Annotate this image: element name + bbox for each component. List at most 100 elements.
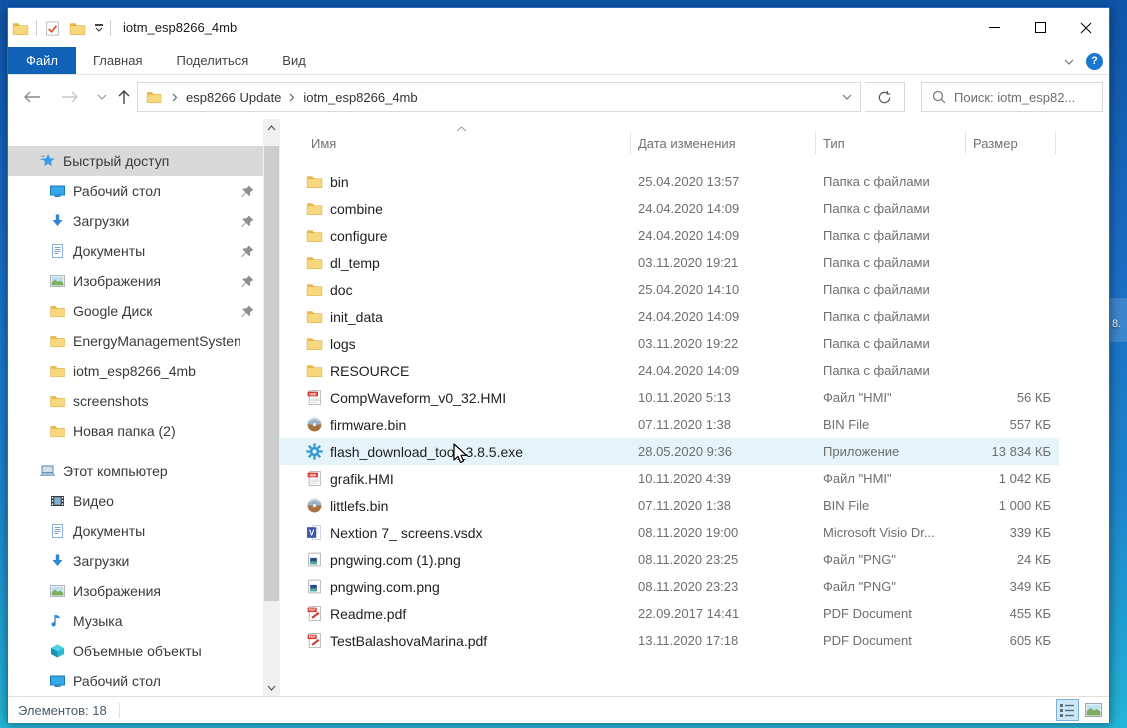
column-header-name[interactable]: Имя xyxy=(280,132,631,154)
table-row[interactable]: HMI grafik.HMI 10.11.2020 4:39 Файл "HMI… xyxy=(280,465,1059,492)
forward-button[interactable] xyxy=(58,85,82,109)
table-row[interactable]: combine 24.04.2020 14:09 Папка с файлами xyxy=(280,195,1059,222)
table-row[interactable]: HMI CompWaveform_v0_32.HMI 10.11.2020 5:… xyxy=(280,384,1059,411)
tab-home[interactable]: Главная xyxy=(76,47,159,74)
column-header-size[interactable]: Размер xyxy=(966,132,1056,154)
table-row[interactable]: pngwing.com (1).png 08.11.2020 23:25 Фай… xyxy=(280,546,1059,573)
sidebar-item-energymanagementsystemn[interactable]: EnergyManagementSystemN xyxy=(8,326,263,356)
maximize-button[interactable] xyxy=(1017,8,1063,47)
table-row[interactable]: bin 25.04.2020 13:57 Папка с файлами xyxy=(280,168,1059,195)
address-dropdown-icon[interactable] xyxy=(834,83,860,111)
file-type: Файл "PNG" xyxy=(816,552,966,567)
table-row[interactable]: PDF Readme.pdf 22.09.2017 14:41 PDF Docu… xyxy=(280,600,1059,627)
computer-icon xyxy=(39,463,56,479)
scroll-up-icon[interactable] xyxy=(263,119,280,136)
table-row[interactable]: RESOURCE 24.04.2020 14:09 Папка с файлам… xyxy=(280,357,1059,384)
qat-customize-icon[interactable] xyxy=(95,24,103,32)
sidebar-item-документы[interactable]: Документы xyxy=(8,516,263,546)
table-row[interactable]: init_data 24.04.2020 14:09 Папка с файла… xyxy=(280,303,1059,330)
sidebar-item-документы[interactable]: Документы xyxy=(8,236,263,266)
sidebar-item-label: Изображения xyxy=(73,273,161,289)
file-size: 339 КБ xyxy=(966,525,1051,540)
help-button[interactable]: ? xyxy=(1086,53,1103,70)
sidebar-item-загрузки[interactable]: Загрузки xyxy=(8,206,263,236)
back-button[interactable] xyxy=(20,85,44,109)
table-row[interactable]: firmware.bin 07.11.2020 1:38 BIN File 55… xyxy=(280,411,1059,438)
table-row[interactable]: flash_download_tool_3.8.5.exe 28.05.2020… xyxy=(280,438,1059,465)
file-name: CompWaveform_v0_32.HMI xyxy=(330,390,631,406)
file-date: 07.11.2020 1:38 xyxy=(631,498,816,513)
close-button[interactable] xyxy=(1063,8,1109,47)
table-row[interactable]: littlefs.bin 07.11.2020 1:38 BIN File 1 … xyxy=(280,492,1059,519)
minimize-button[interactable] xyxy=(971,8,1017,47)
tab-share[interactable]: Поделиться xyxy=(159,47,265,74)
folder-icon xyxy=(49,303,66,319)
sidebar-item-iotm-esp8266-4mb[interactable]: iotm_esp8266_4mb xyxy=(8,356,263,386)
folder-icon xyxy=(306,335,323,352)
sidebar-item-label: Загрузки xyxy=(73,553,129,569)
sidebar-item-быстрый-доступ[interactable]: Быстрый доступ xyxy=(8,146,263,176)
thumbnails-view-button[interactable] xyxy=(1082,699,1105,721)
folder-icon[interactable] xyxy=(69,20,86,37)
sidebar-item-музыка[interactable]: Музыка xyxy=(8,606,263,636)
sidebar-item-изображения[interactable]: Изображения xyxy=(8,576,263,606)
documents-icon xyxy=(49,243,66,259)
table-row[interactable]: configure 24.04.2020 14:09 Папка с файла… xyxy=(280,222,1059,249)
sidebar-item-изображения[interactable]: Изображения xyxy=(8,266,263,296)
pin-icon xyxy=(240,244,255,259)
sidebar-item-рабочий-стол[interactable]: Рабочий стол xyxy=(8,176,263,206)
up-button[interactable] xyxy=(112,85,136,109)
folder-icon xyxy=(306,308,323,325)
checkmark-document-icon[interactable] xyxy=(44,20,61,37)
navigation-toolbar: esp8266 Update iotm_esp8266_4mb xyxy=(8,75,1109,119)
sidebar-item-загрузки[interactable]: Загрузки xyxy=(8,546,263,576)
sidebar-item-объемные-объекты[interactable]: Объемные объекты xyxy=(8,636,263,666)
tab-file[interactable]: Файл xyxy=(8,47,76,74)
sidebar-item-label: Новая папка (2) xyxy=(73,423,176,439)
sidebar-item-новая-папка-2-[interactable]: Новая папка (2) xyxy=(8,416,263,446)
pdf-icon: PDF xyxy=(306,632,323,649)
scrollbar-thumb[interactable] xyxy=(264,146,279,601)
refresh-button[interactable] xyxy=(865,82,905,112)
table-row[interactable]: V Nextion 7_ screens.vsdx 08.11.2020 19:… xyxy=(280,519,1059,546)
svg-text:HMI: HMI xyxy=(309,473,316,477)
folder-icon xyxy=(306,281,323,298)
explorer-window: iotm_esp8266_4mb Файл Главная Поделиться… xyxy=(7,7,1110,722)
table-row[interactable]: PDF TestBalashovaMarina.pdf 13.11.2020 1… xyxy=(280,627,1059,654)
sidebar-item-видео[interactable]: Видео xyxy=(8,486,263,516)
file-type: Папка с файлами xyxy=(816,201,966,216)
scroll-down-icon[interactable] xyxy=(263,679,280,696)
tab-view[interactable]: Вид xyxy=(265,47,323,74)
breadcrumb-segment[interactable]: esp8266 Update xyxy=(182,90,285,105)
svg-text:PDF: PDF xyxy=(309,635,316,639)
pictures-icon xyxy=(49,273,66,289)
sidebar-item-этот-компьютер[interactable]: Этот компьютер xyxy=(8,456,263,486)
table-row[interactable]: pngwing.com.png 08.11.2020 23:23 Файл "P… xyxy=(280,573,1059,600)
window-title: iotm_esp8266_4mb xyxy=(123,8,237,47)
file-type: Приложение xyxy=(816,444,966,459)
folder-icon xyxy=(49,333,66,349)
sidebar-item-рабочий-стол[interactable]: Рабочий стол xyxy=(8,666,263,696)
table-row[interactable]: doc 25.04.2020 14:10 Папка с файлами xyxy=(280,276,1059,303)
column-header-type[interactable]: Тип xyxy=(816,132,966,154)
breadcrumb-segment[interactable]: iotm_esp8266_4mb xyxy=(299,90,421,105)
file-name: grafik.HMI xyxy=(330,471,631,487)
table-row[interactable]: dl_temp 03.11.2020 19:21 Папка с файлами xyxy=(280,249,1059,276)
folder-icon xyxy=(49,423,66,439)
recent-locations-icon[interactable] xyxy=(90,85,114,109)
downloads-icon xyxy=(49,553,66,569)
table-row[interactable]: logs 03.11.2020 19:22 Папка с файлами xyxy=(280,330,1059,357)
pin-icon xyxy=(240,184,255,199)
sidebar-scrollbar[interactable] xyxy=(263,119,280,696)
sidebar-item-google-диск[interactable]: Google Диск xyxy=(8,296,263,326)
status-bar: Элементов: 18 xyxy=(8,696,1109,723)
file-name: init_data xyxy=(330,309,631,325)
expand-ribbon-icon[interactable] xyxy=(1064,52,1074,70)
details-view-button[interactable] xyxy=(1056,699,1079,721)
address-bar[interactable]: esp8266 Update iotm_esp8266_4mb xyxy=(137,82,861,112)
sidebar-item-screenshots[interactable]: screenshots xyxy=(8,386,263,416)
file-name: TestBalashovaMarina.pdf xyxy=(330,633,631,649)
search-input[interactable] xyxy=(954,90,1102,105)
column-header-date[interactable]: Дата изменения xyxy=(631,132,816,154)
ribbon-tabs: Файл Главная Поделиться Вид ? xyxy=(8,47,1109,75)
